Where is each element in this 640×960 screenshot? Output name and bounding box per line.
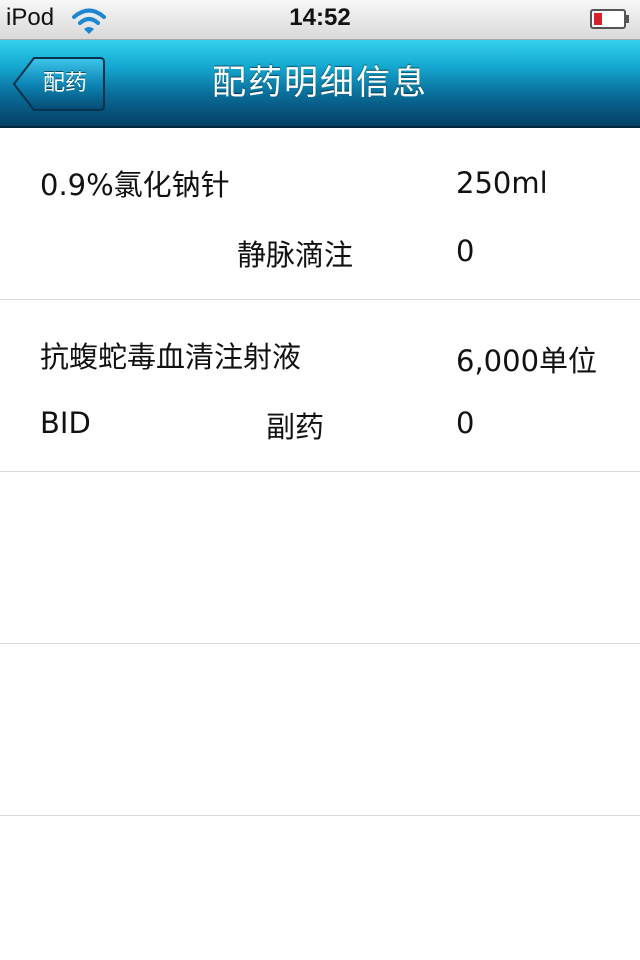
medication-amount: 250ml [456,166,548,200]
medication-row[interactable]: 0.9%氯化钠针 250ml 静脉滴注 0 [0,128,640,300]
empty-row [0,644,640,816]
screen: iPod 14:52 配药 配药明细信息 0.9%氯化钠针 250ml 静脉滴注… [0,0,640,960]
medication-quantity: 0 [456,406,475,440]
medication-amount: 6,000单位 [456,344,598,378]
page-title: 配药明细信息 [212,63,428,103]
navigation-bar: 配药 配药明细信息 [0,40,640,128]
medication-route: 静脉滴注 [236,238,353,272]
status-bar: iPod 14:52 [0,0,640,40]
battery-low-icon [590,9,630,29]
medication-route: 副药 [265,410,324,444]
medication-row[interactable]: 抗蝮蛇毒血清注射液 6,000单位 BID 副药 0 [0,300,640,472]
empty-row [0,472,640,644]
back-button-label: 配药 [42,71,87,96]
back-button[interactable]: 配药 [12,56,106,112]
medication-quantity: 0 [456,234,475,268]
medication-name: 0.9%氯化钠针 [40,168,230,202]
medication-list: 0.9%氯化钠针 250ml 静脉滴注 0 抗蝮蛇毒血清注射液 6,000单位 … [0,128,640,816]
status-time: 14:52 [289,4,351,31]
medication-name: 抗蝮蛇毒血清注射液 [40,340,302,374]
